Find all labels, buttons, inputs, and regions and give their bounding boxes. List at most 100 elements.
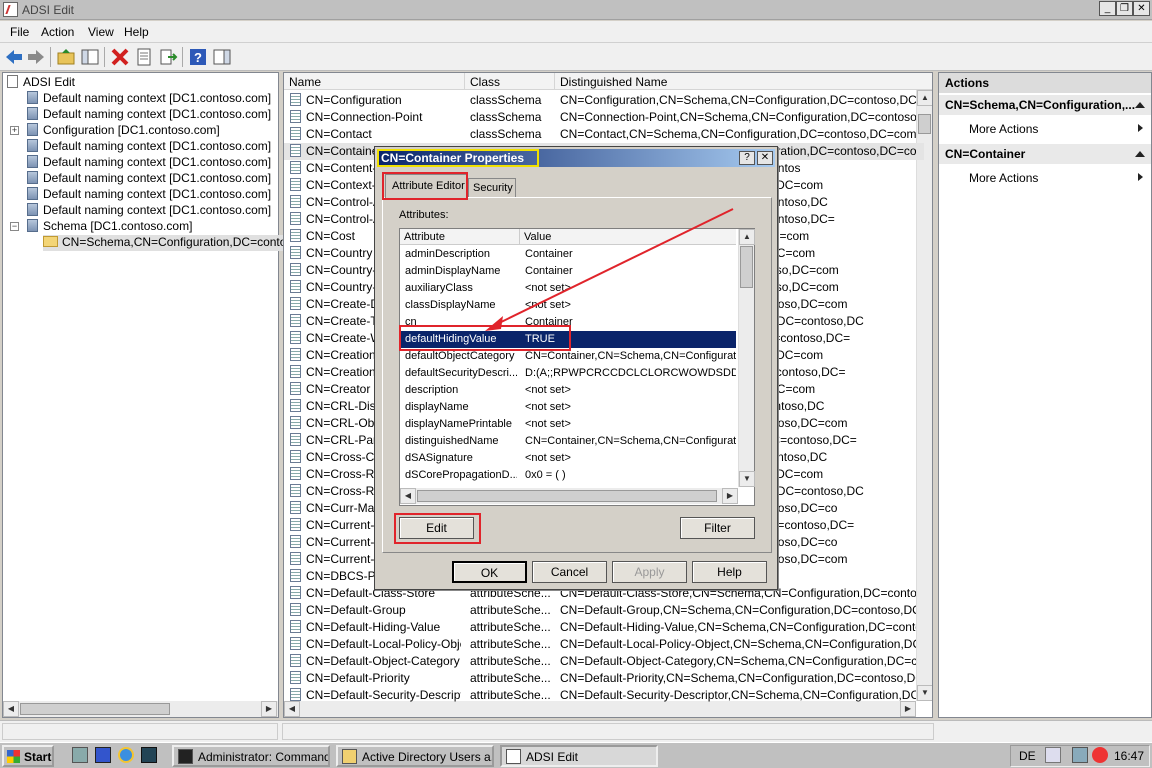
tree-item[interactable]: Configuration [DC1.contoso.com]: [27, 123, 220, 139]
tree-root-label: ADSI Edit: [23, 75, 76, 89]
tree-item[interactable]: Default naming context [DC1.contoso.com]: [27, 107, 271, 123]
schema-object-icon: [290, 195, 301, 208]
scroll-left-icon[interactable]: ◀: [3, 701, 19, 717]
menu-view[interactable]: View: [88, 25, 114, 39]
cell-name: CN=Default-Security-Descriptor: [306, 688, 461, 702]
table-row[interactable]: CN=Default-Object-Category attributeSche.…: [284, 653, 924, 670]
menu-file[interactable]: File: [10, 25, 29, 39]
cell-name: CN=Default-Local-Policy-Object: [306, 637, 461, 651]
back-icon[interactable]: [4, 47, 24, 67]
export-icon[interactable]: [158, 47, 178, 67]
performance-monitor-icon[interactable]: [141, 747, 157, 763]
taskbar: Start Administrator: Command... Active D…: [0, 742, 1152, 768]
network-icon[interactable]: [1072, 747, 1088, 763]
help-icon[interactable]: ?: [188, 47, 208, 67]
table-row[interactable]: CN=Connection-Point classSchema CN=Connect…: [284, 109, 924, 126]
cell-dn: CN=Default-Hiding-Value,CN=Schema,CN=Con…: [560, 620, 916, 634]
cell-dn: CN=Contact,CN=Schema,CN=Configuration,DC…: [560, 127, 916, 141]
table-row[interactable]: CN=Default-Priority attributeSche... CN=De…: [284, 670, 924, 687]
schema-object-icon: [290, 654, 301, 667]
cell-class: attributeSche...: [470, 603, 551, 617]
properties-icon[interactable]: [134, 47, 154, 67]
up-folder-icon[interactable]: [56, 47, 76, 67]
task-ad-users[interactable]: Active Directory Users a...: [336, 745, 494, 767]
menu-action[interactable]: Action: [41, 25, 74, 39]
cell-class: classSchema: [470, 127, 542, 141]
language-indicator[interactable]: DE: [1019, 749, 1036, 763]
tree-item[interactable]: Schema [DC1.contoso.com]: [27, 219, 192, 235]
minimize-button[interactable]: _: [1099, 1, 1116, 16]
close-button[interactable]: ✕: [1133, 1, 1150, 16]
cell-dn: CN=Configuration,CN=Schema,CN=Configurat…: [560, 93, 916, 107]
cell-dn: CN=Default-Priority,CN=Schema,CN=Configu…: [560, 671, 916, 685]
more-actions-link[interactable]: More Actions: [969, 171, 1038, 185]
schema-object-icon: [290, 178, 301, 191]
actions-section-container[interactable]: CN=Container: [939, 144, 1151, 164]
table-row[interactable]: CN=Contact classSchema CN=Contact,CN=Schem…: [284, 126, 924, 143]
cell-dn: CN=Default-Object-Category,CN=Schema,CN=…: [560, 654, 916, 668]
restore-button[interactable]: ❐: [1116, 1, 1133, 16]
tree-item[interactable]: Default naming context [DC1.contoso.com]: [27, 187, 271, 203]
tree-item-label: Default naming context [DC1.contoso.com]: [43, 203, 272, 217]
tree-item-label: Default naming context [DC1.contoso.com]: [43, 171, 272, 185]
ad-users-icon: [342, 749, 357, 764]
table-row[interactable]: CN=Default-Hiding-Value attributeSche... C…: [284, 619, 924, 636]
toolbar-separator: [104, 47, 105, 67]
scroll-thumb[interactable]: [20, 703, 170, 715]
column-header-dn[interactable]: Distinguished Name: [555, 73, 932, 90]
cell-dn: CN=Default-Security-Descriptor,CN=Schema…: [560, 688, 916, 702]
scroll-right-icon[interactable]: ▶: [261, 701, 277, 717]
toolbar: ?: [0, 43, 1152, 71]
column-header-class[interactable]: Class: [465, 73, 555, 90]
tree-item[interactable]: Default naming context [DC1.contoso.com]: [27, 155, 271, 171]
schema-object-icon: [290, 467, 301, 480]
cell-name: CN=Default-Object-Category: [306, 654, 460, 668]
start-button[interactable]: Start: [2, 745, 54, 767]
schema-object-icon: [290, 603, 301, 616]
clock[interactable]: 16:47: [1114, 749, 1144, 763]
cmd-icon: [178, 749, 193, 764]
task-adsi-edit[interactable]: ADSI Edit: [500, 745, 658, 767]
tree-item[interactable]: CN=Schema,CN=Configuration,DC=contoso: [43, 235, 304, 251]
adsi-edit-icon: [7, 75, 18, 88]
naming-context-icon: [27, 155, 38, 168]
table-row[interactable]: CN=Default-Security-Descriptor attributeS…: [284, 687, 924, 704]
tree-h-scrollbar[interactable]: ◀ ▶: [3, 701, 278, 717]
internet-explorer-icon[interactable]: [118, 747, 134, 763]
svg-text:?: ?: [194, 50, 202, 65]
schema-object-icon: [290, 382, 301, 395]
collapse-icon[interactable]: [1135, 102, 1145, 108]
schema-object-icon: [290, 501, 301, 514]
schema-object-icon: [290, 569, 301, 582]
table-row[interactable]: CN=Configuration classSchema CN=Configurat…: [284, 92, 924, 109]
actions-section-schema[interactable]: CN=Schema,CN=Configuration,...: [939, 95, 1151, 115]
server-manager-icon[interactable]: [72, 747, 88, 763]
tree-item[interactable]: Default naming context [DC1.contoso.com]: [27, 171, 271, 187]
tree-root[interactable]: ADSI Edit: [7, 75, 75, 91]
more-actions-link[interactable]: More Actions: [969, 122, 1038, 136]
schema-object-icon: [290, 348, 301, 361]
delete-icon[interactable]: [110, 47, 130, 67]
show-action-pane-icon[interactable]: [212, 47, 232, 67]
tree-item[interactable]: Default naming context [DC1.contoso.com]: [27, 203, 271, 219]
tree-item[interactable]: Default naming context [DC1.contoso.com]: [27, 139, 271, 155]
status-pane: [2, 723, 278, 740]
menu-help[interactable]: Help: [124, 25, 149, 39]
collapse-icon[interactable]: −: [10, 222, 19, 231]
task-command-prompt[interactable]: Administrator: Command...: [172, 745, 330, 767]
tree-item[interactable]: Default naming context [DC1.contoso.com]: [27, 91, 271, 107]
schema-object-icon: [290, 93, 301, 106]
naming-context-icon: [27, 91, 38, 104]
column-header-name[interactable]: Name: [284, 73, 465, 90]
table-row[interactable]: CN=Default-Group attributeSche... CN=Defau…: [284, 602, 924, 619]
powershell-icon[interactable]: [95, 747, 111, 763]
schema-object-icon: [290, 297, 301, 310]
volume-muted-icon[interactable]: [1092, 747, 1108, 763]
show-hide-tree-icon[interactable]: [80, 47, 100, 67]
expand-icon[interactable]: +: [10, 126, 19, 135]
collapse-icon[interactable]: [1135, 151, 1145, 157]
help-tray-icon[interactable]: [1045, 747, 1061, 763]
table-row[interactable]: CN=Default-Local-Policy-Object attributeS…: [284, 636, 924, 653]
schema-object-icon: [290, 688, 301, 701]
forward-icon[interactable]: [26, 47, 46, 67]
